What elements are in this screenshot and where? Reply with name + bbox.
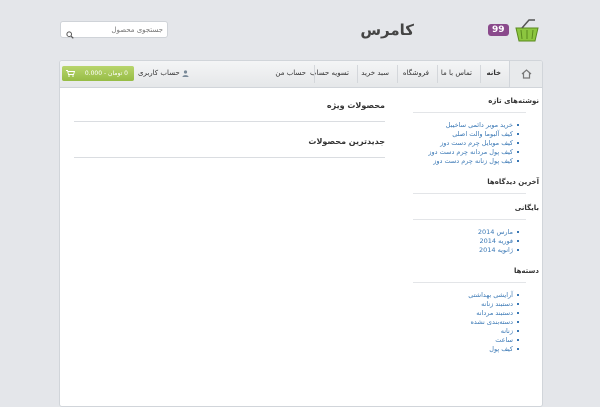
user-account-link[interactable]: حساب کاربری [138,69,189,77]
list-item[interactable]: خرید موبر دائمی ساخیبل [413,121,541,130]
nav-item-home[interactable]: خانه [486,69,501,77]
logo-badge: 99 [488,24,509,36]
logo-text: کامرس [360,21,414,39]
search-box[interactable] [60,21,168,39]
cart-button[interactable]: 0 تومان - 0.000 [62,66,134,81]
user-icon [182,69,189,77]
list-item[interactable]: دستبند زنانه [413,300,541,309]
divider [413,219,526,220]
divider [74,157,385,158]
home-icon [521,69,532,79]
list-item[interactable]: ژانویه 2014 [413,246,541,255]
divider [413,193,526,194]
recent-comments-title: آخرین دیدگاه‌ها [487,178,539,186]
categories-list: آرایشی بهداشتی دستبند زنانه دستبند مردان… [413,291,541,354]
categories-title: دسته‌ها [513,267,539,275]
divider [413,112,526,113]
divider [413,282,526,283]
recent-posts-list: خرید موبر دائمی ساخیبل کیف آلبوما والت ا… [413,121,541,166]
featured-products-heading: محصولات ویژه [326,101,385,110]
divider [74,121,385,122]
basket-icon [513,18,541,48]
nav-item-contact[interactable]: تماس با ما [441,69,472,77]
list-item[interactable]: کیف موبایل چرم دست دوز [413,139,541,148]
cart-icon [66,70,75,77]
list-item[interactable]: کیف پول مردانه چرم دست دوز [413,148,541,157]
archives-title: بایگانی [514,204,539,212]
content-area: محصولات ویژه جدیدترین محصولات [74,101,385,173]
list-item[interactable]: کیف آلبوما والت اصلی [413,130,541,139]
list-item[interactable]: دستبند مردانه [413,309,541,318]
nav-item-shop[interactable]: فروشگاه [403,69,429,77]
sidebar: نوشته‌های تازه خرید موبر دائمی ساخیبل کی… [413,97,541,354]
nav-item-my-account[interactable]: حساب من [275,69,306,77]
list-item[interactable]: آرایشی بهداشتی [413,291,541,300]
home-button[interactable] [509,61,542,87]
list-item[interactable]: دسته‌بندی نشده [413,318,541,327]
main-nav: خانه تماس با ما فروشگاه سبد خرید تسویه ح… [60,61,542,88]
search-input[interactable] [79,23,163,36]
recent-posts-title: نوشته‌های تازه [488,97,539,105]
list-item[interactable]: کیف پول زنانه چرم دست دوز [413,157,541,166]
main-panel: خانه تماس با ما فروشگاه سبد خرید تسویه ح… [59,60,543,407]
account-label: حساب کاربری [138,69,180,77]
latest-products-heading: جدیدترین محصولات [308,137,385,146]
cart-total: 0 تومان - 0.000 [84,70,128,77]
search-icon[interactable] [66,24,74,43]
list-item[interactable]: کیف پول [413,345,541,354]
nav-item-cart[interactable]: سبد خرید [361,69,389,77]
list-item[interactable]: مارس 2014 [413,228,541,237]
list-item[interactable]: ساعت [413,336,541,345]
list-item[interactable]: زنانه [413,327,541,336]
archives-list: مارس 2014 فوریه 2014 ژانویه 2014 [413,228,541,255]
nav-item-checkout[interactable]: تسویه حساب [310,69,349,77]
list-item[interactable]: فوریه 2014 [413,237,541,246]
